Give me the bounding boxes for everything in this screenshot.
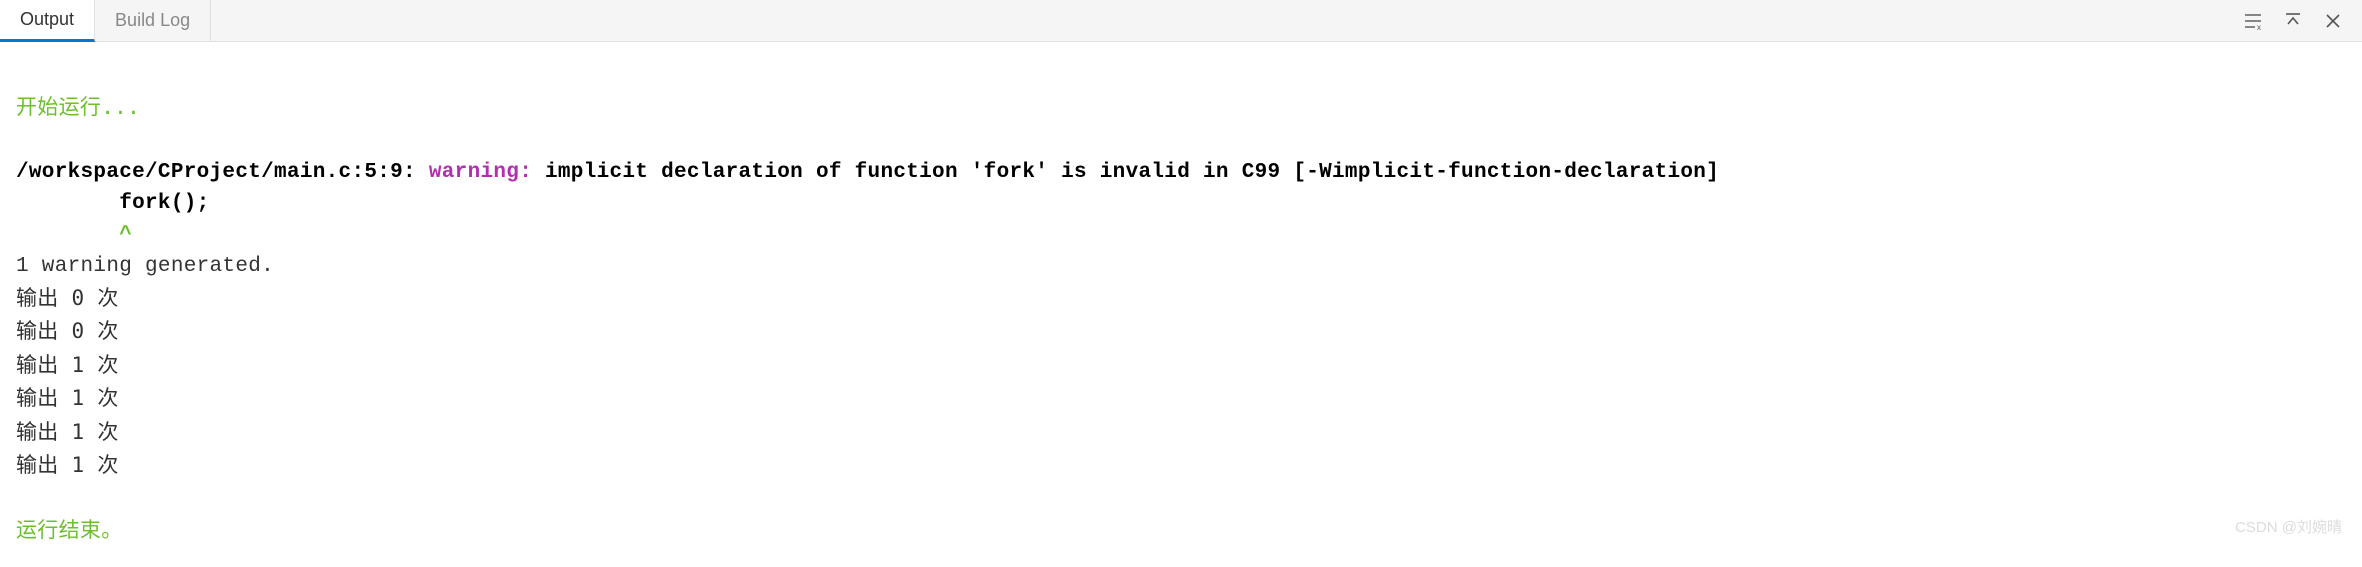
output-line: 输出 0 次 bbox=[16, 286, 119, 310]
warning-code: fork(); bbox=[16, 192, 210, 215]
output-line: 输出 1 次 bbox=[16, 420, 119, 444]
warning-line: /workspace/CProject/main.c:5:9: warning:… bbox=[16, 161, 1719, 184]
warning-text: implicit declaration of function 'fork' … bbox=[532, 161, 1719, 184]
warning-label: warning: bbox=[429, 161, 532, 184]
warning-summary: 1 warning generated. bbox=[16, 255, 274, 278]
tab-bar: Output Build Log x bbox=[0, 0, 2362, 42]
collapse-up-icon[interactable] bbox=[2282, 10, 2304, 32]
start-message: 开始运行... bbox=[16, 95, 140, 119]
output-line: 输出 1 次 bbox=[16, 453, 119, 477]
output-line: 输出 1 次 bbox=[16, 353, 119, 377]
close-icon[interactable] bbox=[2322, 10, 2344, 32]
watermark: CSDN @刘婉晴 bbox=[2235, 516, 2342, 537]
output-content: 开始运行... /workspace/CProject/main.c:5:9: … bbox=[0, 42, 2362, 559]
svg-text:x: x bbox=[2257, 23, 2261, 31]
tab-controls: x bbox=[2242, 0, 2362, 41]
tab-build-log[interactable]: Build Log bbox=[95, 0, 211, 41]
output-line: 输出 1 次 bbox=[16, 386, 119, 410]
output-line: 输出 0 次 bbox=[16, 319, 119, 343]
wrap-lines-icon[interactable]: x bbox=[2242, 10, 2264, 32]
end-message: 运行结束。 bbox=[16, 518, 123, 542]
warning-caret: ^ bbox=[16, 224, 132, 247]
tab-output[interactable]: Output bbox=[0, 0, 95, 42]
warning-location: /workspace/CProject/main.c:5:9: bbox=[16, 161, 429, 184]
